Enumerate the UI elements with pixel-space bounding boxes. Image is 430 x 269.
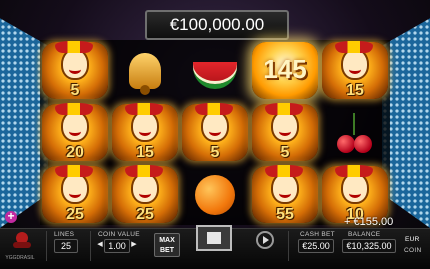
jester-face-icon xyxy=(335,41,373,81)
jackpot-display: €100,000.00 xyxy=(145,10,289,40)
divider xyxy=(90,231,91,261)
currency-label[interactable]: EUR xyxy=(405,236,420,243)
cherries-symbol xyxy=(320,102,390,163)
coin-value-label: COIN VALUE xyxy=(98,231,140,238)
logo-text: YGGDRASIL xyxy=(5,255,35,261)
jester-face-icon xyxy=(55,165,93,205)
cherries-icon xyxy=(333,112,377,153)
symbol-value: 15 xyxy=(136,144,154,161)
divider xyxy=(288,231,289,261)
symbol-value: 25 xyxy=(136,206,154,223)
jester-face-icon xyxy=(195,103,233,143)
joker-symbol: 5 xyxy=(250,102,320,163)
symbol-value: 145 xyxy=(263,54,307,84)
watermelon-symbol xyxy=(180,40,250,101)
joker-symbol: 20 xyxy=(40,102,110,163)
coin-value-down-icon[interactable]: ◀ xyxy=(96,241,104,248)
menu-plus-button[interactable]: + xyxy=(5,210,17,223)
joker-symbol: 15 xyxy=(110,102,180,163)
joker-symbol: 5 xyxy=(40,40,110,101)
orange-symbol xyxy=(180,164,250,225)
balance-label: BALANCE xyxy=(348,231,381,238)
symbol-value: 5 xyxy=(280,144,290,161)
jester-face-icon xyxy=(335,165,373,205)
cash-bet-label: CASH BET xyxy=(300,231,335,238)
cash-bet-value: €25.00 xyxy=(298,239,334,253)
symbol-value: 15 xyxy=(346,82,364,99)
divider xyxy=(46,231,47,261)
balance-value: €10,325.00 xyxy=(342,239,396,253)
jester-face-icon xyxy=(55,103,93,143)
symbol-value: 20 xyxy=(66,144,84,161)
jester-face-icon xyxy=(55,41,93,81)
spin-stop-button[interactable] xyxy=(196,225,232,251)
joker-symbol: 25 xyxy=(110,164,180,225)
jester-face-icon xyxy=(125,103,163,143)
bell-symbol xyxy=(110,40,180,101)
lines-value: 25 xyxy=(54,239,78,253)
yggdrasil-logo-icon xyxy=(12,232,32,254)
autoplay-icon[interactable] xyxy=(256,231,274,249)
reel-grid: 5 20 25 15 25 5 145 5 55 15 10 xyxy=(40,40,390,225)
symbol-value: 55 xyxy=(276,206,294,223)
win-amount: + €155.00 xyxy=(344,216,394,228)
bell-icon xyxy=(129,52,161,95)
jester-face-icon xyxy=(265,103,303,143)
heart-joker-symbol: 145 xyxy=(250,40,320,101)
orange-icon xyxy=(195,174,235,215)
coin-toggle-label[interactable]: COIN xyxy=(404,247,421,254)
joker-symbol: 25 xyxy=(40,164,110,225)
game-stage: €100,000.00 5 20 25 15 25 5 145 5 55 15 10 + + €15… xyxy=(0,0,430,269)
joker-symbol: 55 xyxy=(250,164,320,225)
lines-label: LINES xyxy=(54,231,75,238)
watermelon-icon xyxy=(193,62,237,89)
symbol-value: 5 xyxy=(70,82,80,99)
jester-face-icon xyxy=(125,165,163,205)
coin-value-field[interactable]: 1.00 xyxy=(104,239,130,253)
symbol-value: 5 xyxy=(210,144,220,161)
symbol-value: 25 xyxy=(66,206,84,223)
jester-face-icon xyxy=(265,165,303,205)
joker-symbol: 15 xyxy=(320,40,390,101)
max-bet-button[interactable]: MAX BET xyxy=(154,233,180,257)
coin-value-up-icon[interactable]: ▶ xyxy=(130,241,138,248)
joker-symbol: 5 xyxy=(180,102,250,163)
